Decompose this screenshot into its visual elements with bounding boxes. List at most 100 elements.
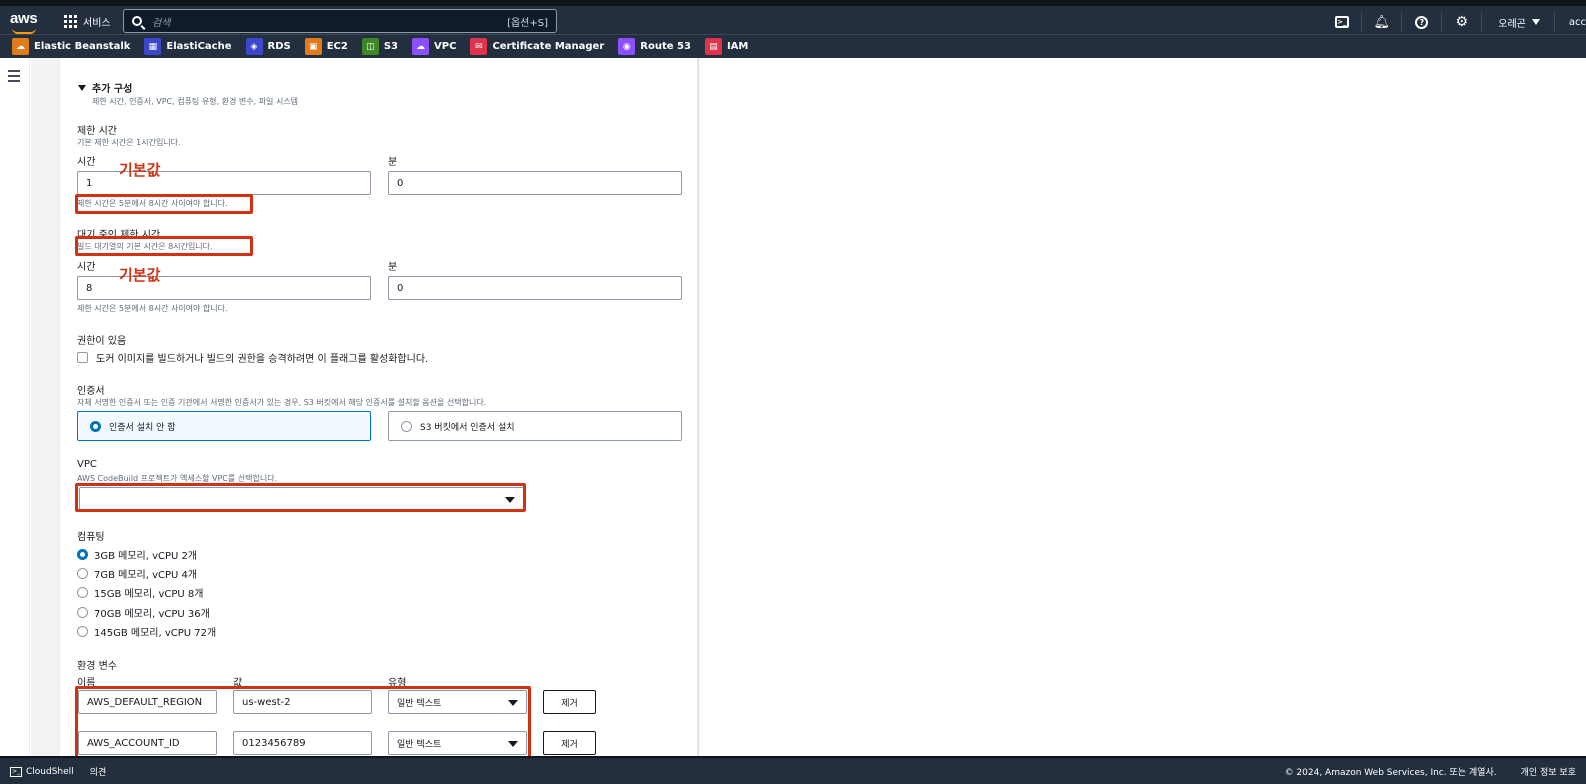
certificate-desc: 자체 서명한 인증서 또는 인증 기관에서 서명한 인증서가 있는 경우, S3…	[77, 398, 487, 407]
timeout-minutes-label: 분	[388, 157, 398, 168]
favorite-label: S3	[383, 41, 399, 52]
annotation-default-label: 기본값	[119, 161, 161, 179]
compute-option[interactable]: 70GB 메모리, vCPU 36개	[77, 605, 210, 620]
additional-config-toggle[interactable]: 추가 구성	[78, 80, 132, 95]
favorite-route53[interactable]: ◉ Route 53	[618, 38, 691, 55]
certificate-option-s3[interactable]: S3 버킷에서 인증서 설치	[388, 411, 682, 441]
annotation-box-queued-desc	[75, 236, 253, 256]
compute-option-label: 145GB 메모리, vCPU 72개	[94, 628, 217, 639]
privileged-checkbox-row[interactable]: 도커 이미지를 빌드하거나 빌드의 권한을 승격하려면 이 플래그를 활성화합니…	[77, 350, 428, 365]
footer-right: © 2024, Amazon Web Services, Inc. 또는 계열사…	[1285, 765, 1576, 778]
iam-icon: ▤	[704, 38, 722, 55]
env-remove-button[interactable]: 제거	[543, 731, 596, 755]
radio-unselected[interactable]	[77, 607, 88, 618]
compute-title: 컴퓨팅	[77, 532, 105, 543]
queued-minutes-input[interactable]: 0	[388, 276, 682, 300]
compute-option[interactable]: 7GB 메모리, vCPU 4개	[77, 566, 197, 581]
notifications-button[interactable]: 🔔︎	[1362, 12, 1403, 32]
favorite-label: ElastiCache	[166, 41, 232, 52]
favorite-label: Certificate Manager	[492, 41, 605, 52]
cloudshell-nav-button[interactable]: >_	[1322, 12, 1363, 32]
favorite-label: EC2	[326, 41, 348, 52]
queued-hours-label: 시간	[77, 262, 96, 273]
compute-option-label: 7GB 메모리, vCPU 4개	[94, 570, 198, 581]
certificate-option-s3-label: S3 버킷에서 인증서 설치	[420, 422, 515, 433]
env-title: 환경 변수	[77, 661, 117, 672]
rds-icon: ◈	[245, 38, 263, 55]
aws-logo[interactable]: aws	[10, 10, 38, 27]
favorite-elasticache[interactable]: ▦ ElastiCache	[144, 38, 232, 55]
favorite-certificate-manager[interactable]: ✉ Certificate Manager	[470, 38, 604, 55]
certificate-option-none[interactable]: 인증서 설치 안 함	[77, 411, 371, 441]
radio-unselected[interactable]	[401, 420, 412, 432]
side-navigation-rail	[0, 58, 30, 756]
compute-option[interactable]: 145GB 메모리, vCPU 72개	[77, 624, 216, 639]
favorite-label: Elastic Beanstalk	[34, 41, 131, 52]
favorite-label: IAM	[726, 41, 749, 52]
favorite-label: VPC	[434, 41, 457, 52]
cloudshell-button[interactable]: >_ CloudShell	[10, 766, 74, 777]
search-icon	[132, 16, 142, 26]
radio-selected[interactable]	[77, 549, 88, 560]
search-input[interactable]: 검색 [옵션+S]	[123, 9, 557, 33]
annotation-default-label: 기본값	[119, 266, 161, 284]
radio-selected[interactable]	[90, 420, 101, 432]
search-shortcut: [옵션+S]	[507, 17, 548, 29]
annotation-box-timeout-hint	[75, 194, 253, 214]
region-label: 오레곤	[1498, 18, 1526, 30]
radio-unselected[interactable]	[77, 568, 88, 579]
timeout-hours-label: 시간	[77, 157, 96, 168]
help-icon: ?	[1415, 15, 1429, 29]
certificate-icon: ✉	[470, 38, 488, 55]
queued-timeout-hint: 제한 시간은 5분에서 8시간 사이여야 합니다.	[77, 304, 228, 313]
timeout-minutes-input[interactable]: 0	[388, 171, 682, 195]
beanstalk-icon: ☁	[12, 38, 29, 55]
compute-option-label: 3GB 메모리, vCPU 2개	[94, 551, 198, 562]
nav-right-tools: >_ 🔔︎ ? ⚙ 오레곤 acc	[1322, 12, 1586, 32]
compute-option[interactable]: 15GB 메모리, vCPU 8개	[77, 585, 203, 600]
ec2-icon: ▣	[304, 38, 322, 55]
radio-unselected[interactable]	[77, 587, 88, 598]
vpc-icon: ☁	[412, 38, 430, 55]
certificate-title: 인증서	[77, 386, 105, 397]
favorites-bar: ☁ Elastic Beanstalk ▦ ElastiCache ◈ RDS ▣ EC…	[0, 34, 1586, 58]
additional-config-title: 추가 구성	[92, 84, 133, 95]
feedback-link[interactable]: 의견	[90, 765, 107, 778]
privileged-title: 권한이 있음	[77, 336, 127, 347]
gear-icon: ⚙	[1455, 14, 1469, 30]
favorite-ec2[interactable]: ▣ EC2	[304, 38, 348, 55]
favorite-rds[interactable]: ◈ RDS	[245, 38, 291, 55]
favorite-label: Route 53	[640, 41, 691, 52]
privileged-checkbox[interactable]	[77, 352, 88, 363]
menu-icon[interactable]	[8, 70, 20, 85]
account-menu[interactable]: acc	[1555, 17, 1586, 28]
timeout-desc: 기본 제한 시간은 1시간입니다.	[77, 138, 181, 147]
help-button[interactable]: ?	[1402, 12, 1443, 32]
env-remove-button[interactable]: 제거	[543, 690, 596, 714]
region-selector[interactable]: 오레곤	[1482, 12, 1555, 32]
annotation-box-vpc	[75, 483, 526, 512]
caret-down-icon	[78, 84, 86, 91]
vpc-title: VPC	[77, 459, 97, 470]
settings-button[interactable]: ⚙	[1442, 12, 1483, 32]
favorite-s3[interactable]: ◫ S3	[361, 38, 399, 55]
right-pane	[698, 58, 1586, 756]
favorite-iam[interactable]: ▤ IAM	[704, 38, 749, 55]
timeout-title: 제한 시간	[77, 126, 117, 137]
s3-icon: ◫	[361, 38, 379, 55]
cloudshell-label: CloudShell	[26, 766, 74, 777]
favorite-vpc[interactable]: ☁ VPC	[412, 38, 456, 55]
search-placeholder: 검색	[152, 17, 171, 29]
additional-config-subtitle: 제한 시간, 인증서, VPC, 컴퓨팅 유형, 환경 변수, 파일 시스템	[92, 97, 299, 106]
elasticache-icon: ▦	[144, 38, 162, 55]
footer-left: >_ CloudShell 의견	[10, 765, 106, 778]
favorite-elastic-beanstalk[interactable]: ☁ Elastic Beanstalk	[12, 38, 130, 55]
bell-icon: 🔔︎	[1373, 14, 1391, 30]
radio-unselected[interactable]	[77, 626, 88, 637]
annotation-box-env-vars	[75, 686, 531, 759]
favorite-label: RDS	[267, 41, 291, 52]
compute-option[interactable]: 3GB 메모리, vCPU 2개	[77, 547, 197, 562]
services-menu-button[interactable]: 서비스	[64, 14, 111, 29]
privacy-link[interactable]: 개인 정보 보호	[1521, 765, 1576, 778]
compute-option-label: 70GB 메모리, vCPU 36개	[94, 609, 210, 620]
